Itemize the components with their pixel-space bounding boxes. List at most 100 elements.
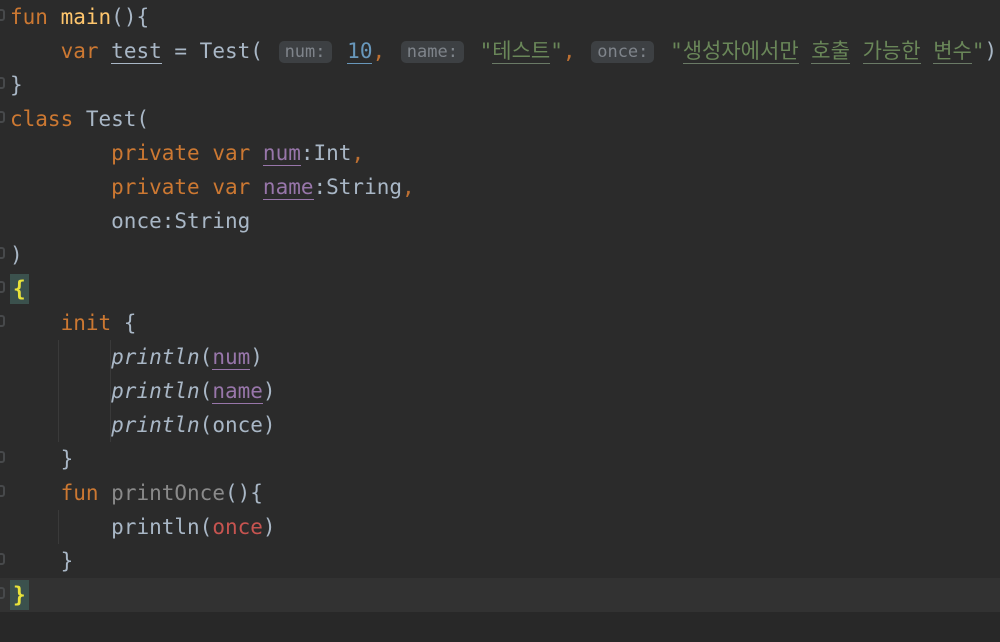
code-line[interactable]: }	[0, 442, 1000, 476]
code-token: name	[262, 175, 314, 200]
code-line[interactable]: once:String	[0, 204, 1000, 238]
code-token: = Test(	[161, 39, 263, 63]
code-line[interactable]: fun printOnce(){	[0, 476, 1000, 510]
code-token: (){	[224, 481, 263, 505]
code-line[interactable]: fun main(){	[0, 0, 1000, 34]
code-token: fun	[60, 481, 99, 505]
code-token: "	[670, 39, 683, 63]
code-token: }	[10, 73, 23, 97]
parameter-hint-badge[interactable]: num:	[278, 41, 332, 63]
code-token: 테스트	[492, 39, 551, 64]
code-line[interactable]: }	[0, 544, 1000, 578]
parameter-hint-badge[interactable]: once:	[591, 41, 655, 63]
code-token: (	[199, 379, 213, 403]
fold-marker-icon[interactable]	[0, 77, 5, 89]
code-token: )	[984, 39, 998, 63]
code-line[interactable]: println(once)	[0, 510, 1000, 544]
code-line[interactable]: init {	[0, 306, 1000, 340]
code-token: )	[250, 345, 263, 369]
code-line[interactable]: {	[0, 272, 1000, 306]
code-token: once:String	[111, 209, 251, 233]
code-token: 가능한	[862, 39, 921, 64]
fold-marker-icon[interactable]	[0, 485, 5, 497]
fold-marker-icon[interactable]	[0, 111, 5, 123]
code-token: var	[212, 141, 251, 165]
code-editor[interactable]: fun main(){ var test = Test( num: 10, na…	[0, 0, 1000, 612]
code-line[interactable]: private var name:String,	[0, 170, 1000, 204]
code-line[interactable]: println(once)	[0, 408, 1000, 442]
editor-bottom-area	[0, 612, 1000, 642]
fold-marker-icon[interactable]	[0, 587, 5, 599]
code-token: "	[479, 39, 493, 63]
code-token: main	[60, 5, 112, 29]
fold-marker-icon[interactable]	[0, 9, 5, 21]
code-line[interactable]: )	[0, 238, 1000, 272]
code-token: 변수	[933, 39, 972, 64]
fold-marker-icon[interactable]	[0, 281, 5, 293]
code-lines: fun main(){ var test = Test( num: 10, na…	[0, 0, 1000, 612]
code-token: test	[111, 39, 162, 64]
code-token: )	[10, 243, 23, 267]
code-token: private	[111, 141, 200, 165]
code-line[interactable]: private var num:Int,	[0, 136, 1000, 170]
code-line[interactable]: }	[0, 578, 1000, 612]
matched-brace: }	[10, 580, 29, 610]
code-token: num	[262, 141, 301, 166]
code-token: println(	[111, 515, 213, 539]
code-line[interactable]: class Test(	[0, 102, 1000, 136]
code-token: :String	[313, 175, 403, 199]
code-token: Test(	[73, 107, 150, 131]
code-token: {	[111, 311, 137, 335]
code-token: )	[262, 379, 276, 403]
code-token: fun	[10, 5, 48, 29]
code-token: (){	[111, 5, 150, 29]
code-token: var	[60, 39, 99, 63]
indent-guide	[58, 510, 59, 544]
code-line[interactable]: println(name)	[0, 374, 1000, 408]
code-token: 호출	[811, 39, 850, 64]
code-token: var	[212, 175, 251, 199]
code-token: ,	[402, 175, 415, 199]
code-line[interactable]: var test = Test( num: 10, name: "테스트", o…	[0, 34, 1000, 68]
fold-marker-icon[interactable]	[0, 247, 5, 259]
code-token: ,	[372, 39, 386, 63]
fold-marker-icon[interactable]	[0, 451, 5, 463]
code-line[interactable]: println(num)	[0, 340, 1000, 374]
code-token: )	[262, 515, 276, 539]
indent-guide	[110, 340, 111, 442]
code-line[interactable]: }	[0, 68, 1000, 102]
code-token: "	[971, 39, 985, 63]
code-token: "	[550, 39, 563, 63]
code-token: println	[111, 413, 200, 437]
code-token: (	[199, 345, 213, 369]
code-token: once	[212, 515, 263, 539]
code-token: private	[111, 175, 200, 199]
code-token: 생성자에서만	[682, 39, 799, 64]
parameter-hint-badge[interactable]: name:	[400, 41, 464, 63]
fold-marker-icon[interactable]	[0, 315, 5, 327]
code-token: }	[60, 447, 74, 471]
fold-marker-icon[interactable]	[0, 553, 5, 565]
code-token: println	[111, 379, 200, 403]
